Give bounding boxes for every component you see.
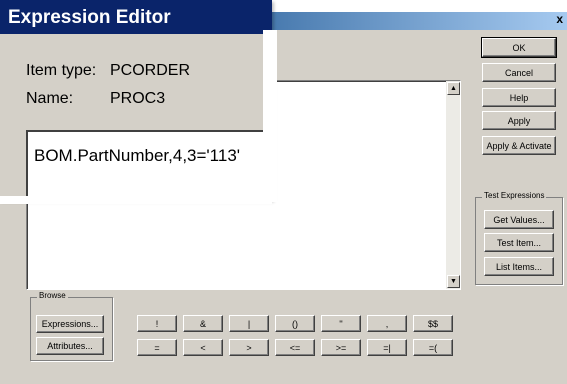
browse-title: Browse: [37, 291, 68, 300]
operator-greater-button[interactable]: >: [229, 339, 269, 356]
operator-and-button[interactable]: &: [183, 315, 223, 332]
apply-button[interactable]: Apply: [482, 111, 556, 130]
zoom-overlay: Expression Editor Item type: PCORDER Nam…: [0, 0, 277, 204]
item-name-label: Name:: [26, 90, 74, 107]
operator-parens-button[interactable]: (): [275, 315, 315, 332]
scroll-down-icon[interactable]: ▼: [447, 275, 460, 288]
operator-range-button[interactable]: =(: [413, 339, 453, 356]
item-name-value: PROC3: [110, 90, 166, 107]
operator-not-button[interactable]: !: [137, 315, 177, 332]
expression-text-area[interactable]: BOM.PartNumber,4,3='113': [26, 130, 272, 202]
operator-in-list-button[interactable]: =|: [367, 339, 407, 356]
vertical-scrollbar[interactable]: ▲ ▼: [446, 81, 460, 289]
operator-lte-button[interactable]: <=: [275, 339, 315, 356]
help-button[interactable]: Help: [482, 88, 556, 107]
dialog-title: Expression Editor: [8, 7, 171, 28]
test-item-button[interactable]: Test Item...: [484, 233, 554, 252]
ok-button[interactable]: OK: [481, 37, 557, 58]
cancel-button[interactable]: Cancel: [482, 63, 556, 82]
operator-less-button[interactable]: <: [183, 339, 223, 356]
torn-edge-right: [263, 30, 277, 202]
operator-equal-button[interactable]: =: [137, 339, 177, 356]
expressions-button[interactable]: Expressions...: [36, 315, 104, 333]
attributes-button[interactable]: Attributes...: [36, 337, 104, 355]
operator-gte-button[interactable]: >=: [321, 339, 361, 356]
item-type-value: PCORDER: [110, 62, 191, 79]
dialog-title-bar: Expression Editor: [0, 0, 272, 34]
operator-comma-button[interactable]: ,: [367, 315, 407, 332]
list-items-button[interactable]: List Items...: [484, 257, 554, 276]
operator-quotes-button[interactable]: '': [321, 315, 361, 332]
operator-or-button[interactable]: |: [229, 315, 269, 332]
get-values-button[interactable]: Get Values...: [484, 210, 554, 229]
apply-activate-button[interactable]: Apply & Activate: [482, 136, 556, 155]
operator-dollar-button[interactable]: $$: [413, 315, 453, 332]
close-icon[interactable]: x: [556, 12, 563, 26]
item-type-label: Item type:: [26, 62, 97, 79]
test-expressions-title: Test Expressions: [482, 191, 547, 200]
torn-edge-bottom: [0, 196, 272, 204]
expression-text: BOM.PartNumber,4,3='113': [34, 146, 241, 165]
scroll-up-icon[interactable]: ▲: [447, 82, 460, 95]
